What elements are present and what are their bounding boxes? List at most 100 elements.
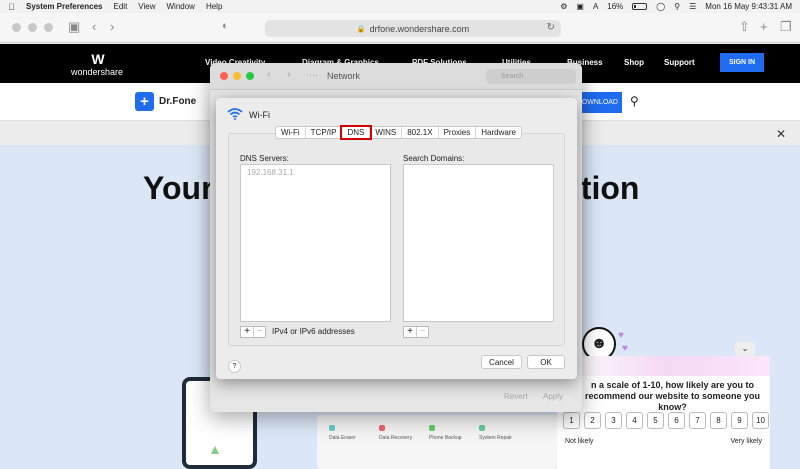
forward-icon[interactable]: › bbox=[287, 69, 291, 81]
nav-support[interactable]: Support bbox=[664, 58, 695, 67]
app-label-data-eraser: Data Eraser bbox=[329, 435, 356, 441]
search-domains-list[interactable] bbox=[403, 164, 554, 322]
product-name[interactable]: Dr.Fone bbox=[159, 96, 196, 107]
back-icon[interactable]: ‹ bbox=[92, 19, 96, 34]
lock-icon: 🔒 bbox=[356, 25, 366, 33]
add-dns-server-button[interactable]: + bbox=[241, 327, 253, 337]
tab-8021x[interactable]: 802.1X bbox=[402, 127, 439, 138]
tab-proxies[interactable]: Proxies bbox=[439, 127, 477, 138]
menu-clock[interactable]: Mon 16 May 9:43:31 AM bbox=[705, 2, 792, 11]
drfone-logo-icon[interactable]: + bbox=[135, 92, 154, 111]
apple-menu-icon[interactable]:  bbox=[8, 2, 22, 12]
rating-8[interactable]: 8 bbox=[710, 412, 727, 429]
tab-overview-icon[interactable]: ❐ bbox=[780, 19, 792, 35]
banner-close-icon[interactable]: ✕ bbox=[776, 127, 786, 141]
very-likely-label: Very likely bbox=[730, 438, 762, 445]
menu-help[interactable]: Help bbox=[206, 2, 222, 11]
show-all-grid-icon[interactable]: ⋯ bbox=[309, 70, 318, 81]
data-recovery-icon bbox=[379, 425, 385, 431]
add-search-domain-button[interactable]: + bbox=[404, 327, 416, 337]
window-title: Network bbox=[327, 71, 361, 81]
collapse-survey-icon[interactable]: ⌄ bbox=[735, 342, 755, 356]
dns-sheet: Wi-Fi DNS Servers: 192.168.31.1 + − IPv4… bbox=[216, 98, 577, 379]
ok-button[interactable]: OK bbox=[527, 355, 565, 369]
interface-name: Wi-Fi bbox=[249, 110, 270, 120]
tab-wins[interactable]: WINS bbox=[370, 127, 403, 138]
preferences-search-input[interactable]: Search bbox=[486, 69, 576, 84]
settings-panel: DNS Servers: 192.168.31.1 + − IPv4 or IP… bbox=[228, 133, 565, 346]
wifi-status-icon[interactable]: ◯ bbox=[656, 2, 665, 11]
search-domains-label: Search Domains: bbox=[403, 154, 465, 163]
menu-view[interactable]: View bbox=[138, 2, 155, 11]
forward-icon[interactable]: › bbox=[110, 19, 114, 34]
rating-10[interactable]: 10 bbox=[752, 412, 769, 429]
apply-button[interactable]: Apply bbox=[543, 392, 563, 401]
survey-question: n a scale of 1-10, how likely are you to… bbox=[584, 380, 761, 412]
rating-4[interactable]: 4 bbox=[626, 412, 643, 429]
privacy-shield-icon[interactable]: ◐ bbox=[222, 20, 229, 32]
address-hint: IPv4 or IPv6 addresses bbox=[272, 327, 355, 336]
tab-wifi[interactable]: Wi-Fi bbox=[276, 127, 306, 138]
rating-7[interactable]: 7 bbox=[689, 412, 706, 429]
rating-6[interactable]: 6 bbox=[668, 412, 685, 429]
zoom-button[interactable] bbox=[246, 72, 254, 80]
data-eraser-icon bbox=[329, 425, 335, 431]
url-text: drfone.wondershare.com bbox=[369, 23, 470, 34]
close-button[interactable] bbox=[220, 72, 228, 80]
rating-scale: 1 2 3 4 5 6 7 8 9 10 bbox=[563, 412, 769, 429]
rating-1[interactable]: 1 bbox=[563, 412, 580, 429]
app-label-phone-backup: Phone Backup bbox=[429, 435, 462, 441]
battery-icon[interactable] bbox=[632, 3, 648, 10]
remove-dns-server-button[interactable]: − bbox=[253, 327, 265, 337]
sidebar-icon[interactable]: ▣ bbox=[68, 19, 80, 35]
minimize-button[interactable] bbox=[233, 72, 241, 80]
menu-edit[interactable]: Edit bbox=[114, 2, 128, 11]
cancel-button[interactable]: Cancel bbox=[481, 355, 522, 369]
rating-3[interactable]: 3 bbox=[605, 412, 622, 429]
site-search-icon[interactable]: ⚲ bbox=[630, 94, 639, 108]
dns-servers-list[interactable]: 192.168.31.1 bbox=[240, 164, 391, 322]
input-source-icon[interactable]: A bbox=[593, 2, 598, 11]
battery-percent[interactable]: 16% bbox=[607, 2, 623, 11]
help-button[interactable]: ? bbox=[228, 360, 241, 373]
close-window-button[interactable] bbox=[12, 23, 21, 32]
nav-shop[interactable]: Shop bbox=[624, 58, 644, 67]
heart-icon: ♥ bbox=[618, 330, 624, 341]
share-icon[interactable]: ⇧ bbox=[739, 19, 750, 35]
app-label-data-recovery: Data Recovery bbox=[379, 435, 413, 441]
address-bar[interactable]: 🔒 drfone.wondershare.com ↻ bbox=[265, 20, 561, 37]
display-icon[interactable]: ▣ bbox=[576, 2, 584, 11]
tab-dns[interactable]: DNS bbox=[340, 125, 373, 140]
revert-button[interactable]: Revert bbox=[504, 392, 528, 401]
android-icon: ▲ bbox=[208, 441, 222, 457]
menu-window[interactable]: Window bbox=[167, 2, 195, 11]
rating-9[interactable]: 9 bbox=[731, 412, 748, 429]
menu-bar:  System Preferences Edit View Window He… bbox=[0, 0, 800, 13]
system-repair-icon bbox=[479, 425, 485, 431]
zoom-window-button[interactable] bbox=[44, 23, 53, 32]
wondershare-logo[interactable]: W wondershare bbox=[67, 51, 127, 77]
survey-header-gradient bbox=[557, 356, 770, 376]
bluetooth-icon[interactable]: ⚙ bbox=[560, 2, 567, 11]
tab-tcpip[interactable]: TCP/IP bbox=[306, 127, 343, 138]
search-domains-add-remove: + − bbox=[403, 326, 429, 338]
rating-5[interactable]: 5 bbox=[647, 412, 664, 429]
menu-app-name[interactable]: System Preferences bbox=[26, 2, 103, 11]
sign-in-button[interactable]: SIGN IN bbox=[720, 53, 764, 72]
minimize-window-button[interactable] bbox=[28, 23, 37, 32]
tab-hardware[interactable]: Hardware bbox=[476, 127, 521, 138]
remove-search-domain-button[interactable]: − bbox=[416, 327, 428, 337]
spotlight-icon[interactable]: ⚲ bbox=[674, 2, 680, 11]
brand-name: wondershare bbox=[70, 67, 124, 77]
control-center-icon[interactable]: ☰ bbox=[689, 2, 696, 11]
reload-icon[interactable]: ↻ bbox=[547, 22, 555, 33]
wondershare-mark-icon: W bbox=[91, 51, 104, 67]
phone-backup-icon bbox=[429, 425, 435, 431]
new-tab-icon[interactable]: + bbox=[760, 19, 768, 34]
app-grid-illustration: Data Eraser Data Recovery Phone Backup S… bbox=[317, 415, 557, 469]
back-icon[interactable]: ‹ bbox=[267, 69, 271, 81]
rating-2[interactable]: 2 bbox=[584, 412, 601, 429]
dns-server-entry[interactable]: 192.168.31.1 bbox=[247, 168, 294, 177]
hero-heading-left: Your bbox=[143, 170, 214, 206]
wifi-icon bbox=[227, 108, 243, 120]
